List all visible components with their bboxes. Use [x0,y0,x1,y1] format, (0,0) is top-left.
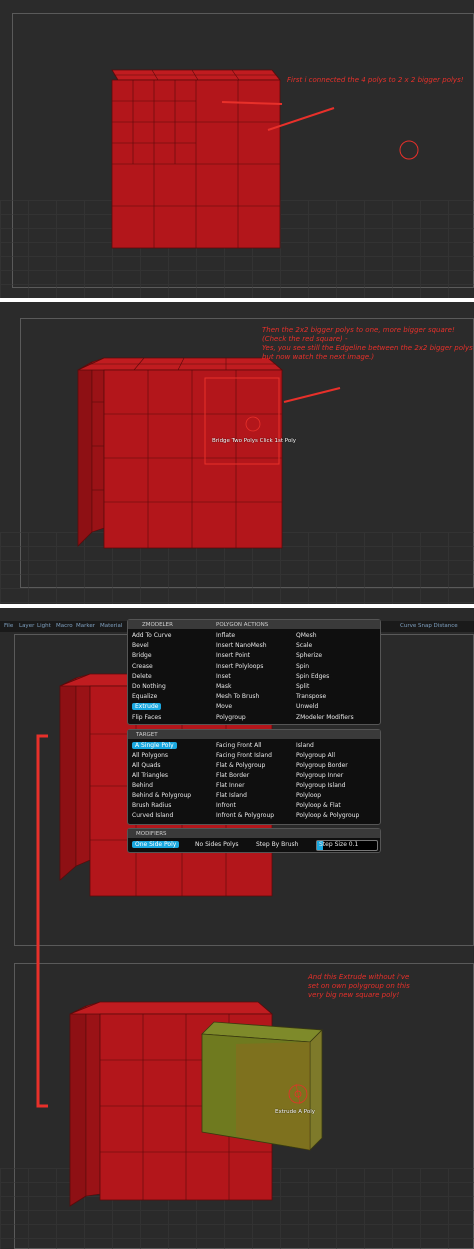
polygon-actions-title: POLYGON ACTIONS [216,621,269,628]
modifier-one-side-poly[interactable]: One Side Poly [132,841,180,848]
target-behind-and-polygroup[interactable]: Behind & Polygroup [132,792,191,799]
modifier-step-by-brush[interactable]: Step By Brush [256,841,298,848]
action-mask[interactable]: Mask [216,683,231,690]
action-extrude[interactable]: Extrude [132,703,162,711]
target-a-single-poly[interactable]: A Single Poly [132,742,177,749]
target-behind[interactable]: Behind [132,782,153,789]
target-island[interactable]: Island [296,742,314,749]
menu-layer[interactable]: Layer [19,623,34,629]
action-crease[interactable]: Crease [132,663,153,670]
action-mesh-to-brush[interactable]: Mesh To Brush [216,693,259,700]
action-insert-point[interactable]: Insert Point [216,652,250,659]
menu-right-group[interactable]: Curve Snap Distance [400,623,458,629]
action-flip-faces[interactable]: Flip Faces [132,714,161,721]
action-qmesh[interactable]: QMesh [296,632,317,639]
modifier-no-sides-polys[interactable]: No Sides Polys [195,841,239,848]
menu-macro[interactable]: Macro [56,623,73,629]
action-insert-polyloops[interactable]: Insert Polyloops [216,663,263,670]
target-polygroup-all[interactable]: Polygroup All [296,752,335,759]
action-unweld[interactable]: Unweld [296,703,318,710]
target-all-polygons[interactable]: All Polygons [132,752,168,759]
annotation-note-3: And this Extrude without i've set on own… [308,973,410,999]
action-insert-nanomesh[interactable]: Insert NanoMesh [216,642,267,649]
action-spherize[interactable]: Spherize [296,652,322,659]
target-polygroup-island[interactable]: Polygroup Island [296,782,345,789]
target-polyloop[interactable]: Polyloop [296,792,321,799]
menu-file[interactable]: File [4,623,13,629]
cube-model-extruded [69,1001,323,1207]
modifiers-header: MODIFIERS [128,829,380,838]
target-flat-island[interactable]: Flat Island [216,792,247,799]
target-infront[interactable]: Infront [216,802,236,809]
zmodeler-header: ZMODELER POLYGON ACTIONS [128,620,380,629]
target-infront-and-polygroup[interactable]: Infront & Polygroup [216,812,274,819]
action-inset[interactable]: Inset [216,673,231,680]
action-bridge[interactable]: Bridge [132,652,152,659]
action-spin-edges[interactable]: Spin Edges [296,673,329,680]
annotation-note-2: Then the 2x2 bigger polys to one, more b… [262,326,473,361]
step-size-slider[interactable]: Step Size 0.1 [316,840,378,851]
action-transpose[interactable]: Transpose [296,693,326,700]
target-all-quads[interactable]: All Quads [132,762,160,769]
menu-marker[interactable]: Marker [76,623,95,629]
bridge-tooltip: Bridge Two Polys Click 1st Poly [212,438,297,444]
target-facing-front-all[interactable]: Facing Front All [216,742,262,749]
target-panel: TARGET A Single Poly All Polygons All Quad… [127,729,381,825]
target-polygroup-border[interactable]: Polygroup Border [296,762,348,769]
action-zmodeler-modifiers[interactable]: ZModeler Modifiers [296,714,354,721]
viewport-panel-2: Bridge Two Polys Click 1st Poly Then the… [0,302,474,604]
target-brush-radius[interactable]: Brush Radius [132,802,171,809]
target-facing-front-island[interactable]: Facing Front Island [216,752,272,759]
action-bevel[interactable]: Bevel [132,642,149,649]
modifiers-panel: MODIFIERS One Side Poly No Sides Polys S… [127,828,381,853]
target-flat-inner[interactable]: Flat Inner [216,782,245,789]
modifiers-title: MODIFIERS [136,830,167,837]
action-add-to-curve[interactable]: Add To Curve [132,632,171,639]
action-delete[interactable]: Delete [132,673,152,680]
target-flat-and-polygroup[interactable]: Flat & Polygroup [216,762,265,769]
action-do-nothing[interactable]: Do Nothing [132,683,166,690]
target-polygroup-inner[interactable]: Polygroup Inner [296,772,343,779]
target-all-triangles[interactable]: All Triangles [132,772,168,779]
action-equalize[interactable]: Equalize [132,693,157,700]
target-title: TARGET [136,731,158,738]
action-spin[interactable]: Spin [296,663,309,670]
target-flat-border[interactable]: Flat Border [216,772,249,779]
action-split[interactable]: Split [296,683,309,690]
target-curved-island[interactable]: Curved Island [132,812,173,819]
zmodeler-title: ZMODELER [142,621,173,628]
target-polyloop-and-polygroup[interactable]: Polyloop & Polygroup [296,812,359,819]
annotation-note-1: First i connected the 4 polys to 2 x 2 b… [287,76,464,84]
action-scale[interactable]: Scale [296,642,312,649]
menu-light[interactable]: Light [37,623,51,629]
menu-material[interactable]: Material [100,623,122,629]
step-size-label: Step Size 0.1 [319,841,359,848]
zmodeler-polygon-actions-panel: ZMODELER POLYGON ACTIONS Add To Curve Bev… [127,619,381,725]
action-polygroup[interactable]: Polygroup [216,714,246,721]
action-inflate[interactable]: Inflate [216,632,235,639]
target-header: TARGET [128,730,380,739]
extrude-tooltip: Extrude A Poly [275,1109,316,1115]
action-move[interactable]: Move [216,703,232,710]
target-polyloop-and-flat[interactable]: Polyloop & Flat [296,802,341,809]
viewport-panel-1: First i connected the 4 polys to 2 x 2 b… [0,0,474,298]
cube-model [111,69,419,249]
